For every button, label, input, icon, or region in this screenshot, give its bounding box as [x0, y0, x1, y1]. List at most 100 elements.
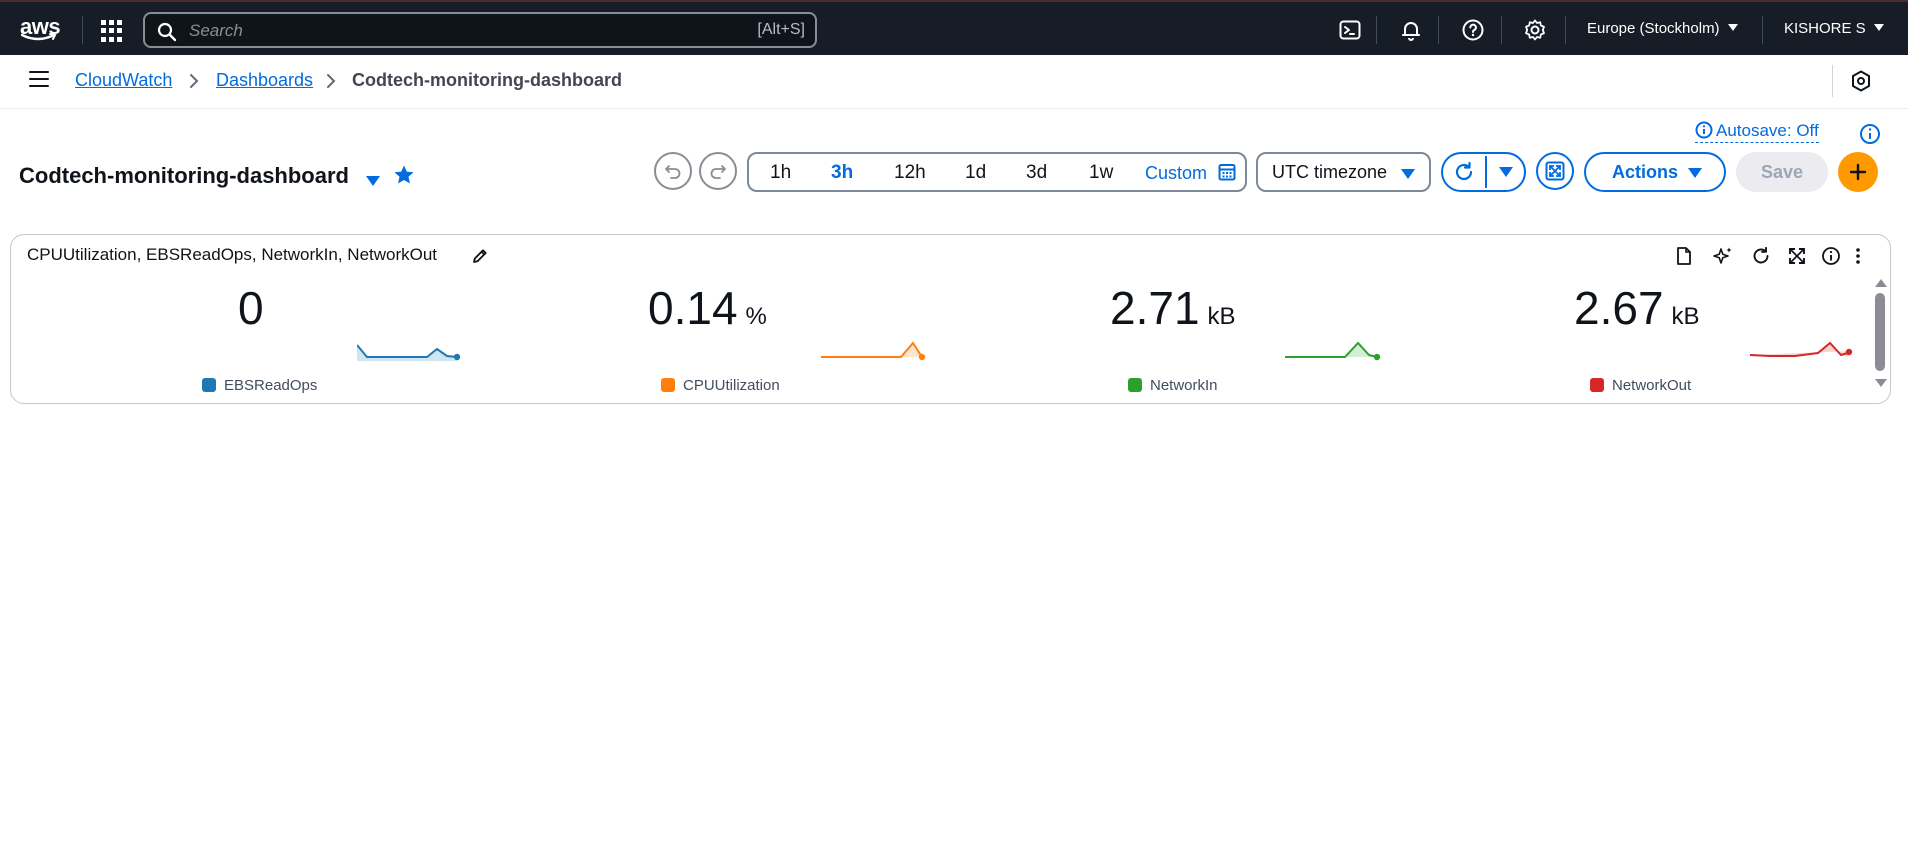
menu-hamburger-icon[interactable] [29, 71, 49, 89]
widget-expand-icon[interactable] [1787, 246, 1807, 266]
legend-networkin[interactable]: NetworkIn [1128, 377, 1218, 394]
widget-scrollbar[interactable] [1873, 279, 1887, 399]
caret-down-icon [1727, 24, 1738, 31]
caret-down-icon [1499, 167, 1513, 177]
help-icon[interactable] [1461, 18, 1485, 42]
refresh-button-group [1441, 152, 1526, 192]
timezone-label: UTC timezone [1272, 162, 1388, 182]
add-widget-button[interactable] [1838, 152, 1878, 192]
time-range-3d[interactable]: 3d [1026, 162, 1047, 184]
scrollbar-thumb[interactable] [1875, 293, 1885, 371]
time-range-12h[interactable]: 12h [894, 162, 926, 184]
breadcrumb-dashboards[interactable]: Dashboards [216, 70, 313, 91]
metric-unit: kB [1671, 303, 1700, 330]
scroll-up-arrow-icon[interactable] [1875, 279, 1887, 287]
time-range-1h[interactable]: 1h [770, 162, 791, 184]
redo-icon [710, 165, 726, 179]
scroll-down-arrow-icon[interactable] [1875, 379, 1887, 387]
notifications-bell-icon[interactable] [1399, 18, 1423, 42]
search-input[interactable]: Search [Alt+S] [143, 12, 817, 48]
divider [1832, 65, 1833, 97]
sparkline-networkout [1750, 341, 1853, 357]
search-icon [157, 22, 177, 42]
nav-divider [1501, 16, 1502, 44]
undo-button[interactable] [654, 152, 692, 190]
breadcrumb-cloudwatch[interactable]: CloudWatch [75, 70, 172, 91]
aws-smile-icon [21, 33, 57, 41]
widget-info-icon[interactable] [1821, 246, 1841, 266]
favorite-star-icon[interactable] [393, 164, 415, 186]
legend-label: NetworkOut [1612, 377, 1692, 394]
timezone-select[interactable]: UTC timezone [1256, 152, 1431, 192]
legend-ebsreadops[interactable]: EBSReadOps [202, 377, 317, 394]
metric-networkin: 2.71 kB NetworkIn [949, 279, 1409, 399]
caret-down-icon [1873, 24, 1884, 31]
nav-divider [1565, 16, 1566, 44]
hexagon-settings-icon[interactable] [1851, 70, 1871, 92]
metric-number: 0.14 [648, 282, 738, 334]
time-range-1w[interactable]: 1w [1089, 162, 1113, 184]
edit-pencil-icon[interactable] [471, 247, 489, 265]
title-dropdown-caret-icon[interactable] [366, 176, 380, 186]
redo-button[interactable] [699, 152, 737, 190]
fullscreen-button[interactable] [1536, 152, 1574, 190]
user-name: KISHORE S [1784, 20, 1866, 37]
legend-networkout[interactable]: NetworkOut [1590, 377, 1691, 394]
page-title: Codtech-monitoring-dashboard [19, 163, 349, 188]
undo-icon [665, 165, 681, 179]
cloudshell-icon[interactable] [1338, 18, 1362, 42]
metric-value: 2.71 kB [1110, 281, 1236, 335]
caret-down-icon [1401, 169, 1415, 179]
account-menu[interactable]: KISHORE S [1784, 20, 1884, 37]
breadcrumb-bar: CloudWatch Dashboards Codtech-monitoring… [0, 55, 1908, 109]
widget-refresh-icon[interactable] [1751, 246, 1771, 266]
more-vertical-icon[interactable] [1851, 246, 1865, 266]
view-logs-document-icon[interactable] [1674, 246, 1694, 266]
autosave-label: Autosave: Off [1716, 121, 1819, 140]
metrics-widget: CPUUtilization, EBSReadOps, NetworkIn, N… [10, 234, 1891, 404]
search-shortcut: [Alt+S] [757, 21, 805, 38]
save-button[interactable]: Save [1736, 152, 1828, 192]
refresh-button[interactable] [1443, 154, 1485, 190]
widget-title: CPUUtilization, EBSReadOps, NetworkIn, N… [27, 245, 438, 264]
plus-icon [1849, 163, 1867, 181]
legend-swatch [661, 378, 675, 392]
nav-divider [1376, 16, 1377, 44]
actions-label: Actions [1612, 162, 1679, 182]
sparkline-ebsreadops [357, 344, 461, 361]
fullscreen-expand-icon [1545, 161, 1565, 181]
refresh-icon [1455, 161, 1473, 181]
sparkline-cpuutilization [821, 341, 926, 361]
actions-dropdown-button[interactable]: Actions [1584, 152, 1726, 192]
settings-gear-icon[interactable] [1523, 18, 1547, 42]
calendar-icon[interactable] [1218, 163, 1236, 181]
ai-sparkle-icon[interactable] [1712, 246, 1734, 266]
metric-ebsreadops: 0 EBSReadOps [21, 279, 481, 399]
autosave-toggle[interactable]: Autosave: Off [1695, 121, 1819, 143]
metric-networkout: 2.67 kB NetworkOut [1414, 279, 1874, 399]
nav-divider [1762, 16, 1763, 44]
metric-number: 2.67 [1574, 282, 1664, 334]
search-placeholder: Search [189, 21, 243, 40]
legend-swatch [202, 378, 216, 392]
time-range-1d[interactable]: 1d [965, 162, 986, 184]
chevron-right-icon [190, 74, 199, 88]
metric-number: 0 [238, 282, 264, 334]
time-range-custom[interactable]: Custom [1145, 163, 1207, 184]
refresh-interval-dropdown[interactable] [1487, 154, 1524, 190]
top-navigation: aws Search [Alt+S] Europe (Stockholm) KI… [0, 0, 1908, 55]
legend-cpuutilization[interactable]: CPUUtilization [661, 377, 780, 394]
region-selector[interactable]: Europe (Stockholm) [1587, 20, 1738, 37]
metric-value: 2.67 kB [1574, 281, 1700, 335]
info-icon [1695, 121, 1713, 139]
sparkline-networkin [1285, 341, 1381, 361]
time-range-3h[interactable]: 3h [831, 162, 853, 184]
legend-swatch [1128, 378, 1142, 392]
aws-logo[interactable]: aws [20, 14, 61, 44]
chevron-right-icon [327, 74, 336, 88]
services-grid-icon[interactable] [101, 20, 123, 42]
metric-cpuutilization: 0.14% CPUUtilization [485, 279, 945, 399]
info-icon[interactable] [1859, 123, 1881, 145]
metric-unit: % [745, 303, 767, 330]
breadcrumb-current: Codtech-monitoring-dashboard [352, 70, 622, 90]
